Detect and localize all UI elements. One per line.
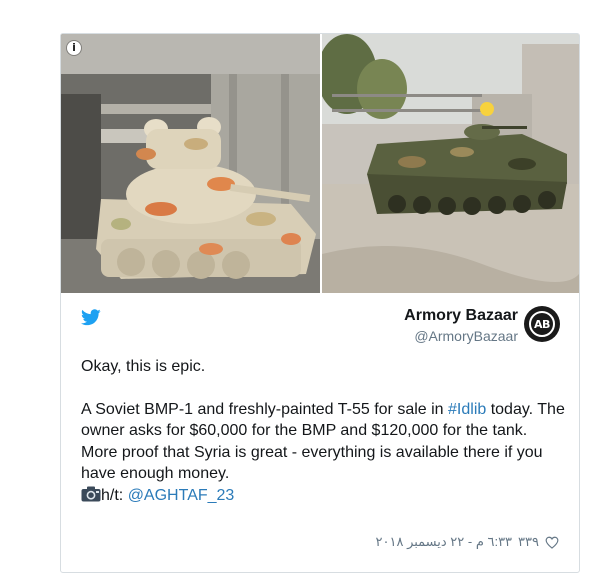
info-icon[interactable]: i: [67, 41, 81, 55]
t55-tank-photo[interactable]: i: [61, 34, 320, 293]
timestamp[interactable]: ٦:٣٣ م - ٢٢ ديسمبر ٢٠١٨: [376, 534, 513, 550]
twitter-bird-icon[interactable]: [81, 309, 101, 326]
like-count: ٣٣٩: [518, 534, 539, 549]
tweet-media[interactable]: i: [61, 34, 579, 293]
bmp1-image: [322, 34, 579, 293]
bmp1-photo[interactable]: [322, 34, 579, 293]
tweet-header: Armory Bazaar @ArmoryBazaar AB: [61, 293, 579, 348]
avatar[interactable]: AB: [524, 306, 560, 342]
t55-tank-image: [61, 34, 320, 293]
tweet-card[interactable]: i Armory Bazaar @ArmoryBazaar AB Okay, t…: [60, 33, 580, 573]
author-handle[interactable]: @ArmoryBazaar: [414, 328, 518, 344]
heart-icon[interactable]: [545, 536, 559, 549]
mention-link[interactable]: @AGHTAF_23: [128, 487, 235, 504]
tweet-credit: h/t: @AGHTAF_23: [81, 485, 566, 507]
tweet-paragraph-2: A Soviet BMP-1 and freshly-painted T-55 …: [81, 399, 566, 442]
credit-label: h/t:: [101, 486, 128, 504]
tweet-footer: ٦:٣٣ م - ٢٢ ديسمبر ٢٠١٨ ٣٣٩: [376, 534, 559, 550]
camera-icon: [81, 486, 101, 501]
tweet-line-1: Okay, this is epic.: [81, 358, 206, 375]
tweet-paragraph-3: More proof that Syria is great - everyth…: [81, 443, 543, 483]
tweet-text-segment: A Soviet BMP-1 and freshly-painted T-55 …: [81, 400, 449, 418]
avatar-logo: AB: [529, 311, 555, 337]
hashtag-link[interactable]: #Idlib: [448, 401, 486, 418]
author-name[interactable]: Armory Bazaar: [404, 307, 518, 325]
tweet-text: Okay, this is epic. A Soviet BMP-1 and f…: [81, 356, 566, 506]
